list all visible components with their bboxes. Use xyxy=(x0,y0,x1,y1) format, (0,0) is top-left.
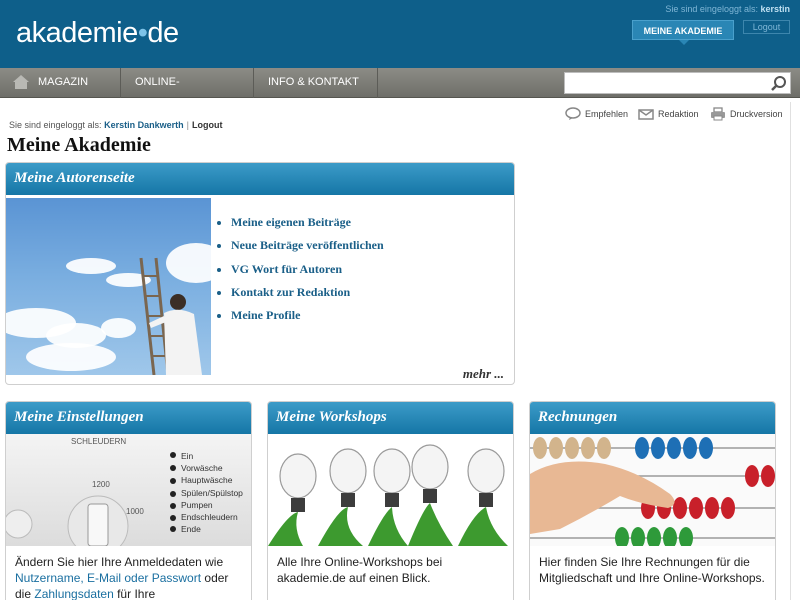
washing-machine-dial-image: SCHLEUDERN 1200 1000 Ein Vorwäsche Haupt… xyxy=(6,434,251,546)
logo-main: akademie xyxy=(16,17,138,49)
session-separator: | xyxy=(186,120,189,130)
desc-text: für Ihre xyxy=(113,587,156,600)
autorenseite-links: Meine eigenen Beiträge Neue Beiträge ver… xyxy=(216,211,384,327)
mehr-link[interactable]: mehr ... xyxy=(463,366,504,382)
session-logout-link[interactable]: Logout xyxy=(192,120,223,130)
einstellungen-panel: Meine Einstellungen SCHLEUDERN 1200 1000… xyxy=(5,401,252,600)
autorenseite-title[interactable]: Meine Autorenseite xyxy=(6,163,514,195)
desc-text: Ändern Sie hier Ihre Anmeldedaten wie xyxy=(15,555,224,569)
ladder-sky-image xyxy=(6,198,211,375)
redaktion-link[interactable]: Redaktion xyxy=(638,107,708,121)
dial-option: Spülen/Spülstop xyxy=(181,487,243,498)
dial-option: Ein xyxy=(181,451,194,461)
dial-option: Vorwäsche xyxy=(181,463,223,474)
login-prefix: Sie sind eingeloggt als: xyxy=(665,4,758,14)
dial-option: Endschleudern xyxy=(181,512,238,523)
dial-option: Ende xyxy=(181,524,201,535)
home-icon xyxy=(13,75,29,89)
dial-option: Pumpen xyxy=(181,499,213,510)
einstellungen-title[interactable]: Meine Einstellungen xyxy=(6,402,251,434)
speech-bubble-icon xyxy=(565,107,581,120)
dial-option: Hauptwäsche xyxy=(181,475,233,486)
nav-item-magazin[interactable]: MAGAZIN xyxy=(0,68,121,98)
rechnungen-panel: Rechnungen Hier finden Sie Ihre Rechnung… xyxy=(529,401,776,600)
link-vg-wort[interactable]: VG Wort für Autoren xyxy=(216,258,384,281)
workshops-description: Alle Ihre Online-Workshops bei akademie.… xyxy=(277,555,443,585)
rechnungen-description: Hier finden Sie Ihre Rechnungen für die … xyxy=(539,555,765,585)
link-kontakt-redaktion[interactable]: Kontakt zur Redaktion xyxy=(216,281,384,304)
session-info: Sie sind eingeloggt als: Kerstin Dankwer… xyxy=(9,120,222,130)
logo-dot: • xyxy=(137,17,148,49)
link-eigene-beitraege[interactable]: Meine eigenen Beiträge xyxy=(216,211,384,234)
ladder-figure xyxy=(139,257,202,375)
dial-num-1000: 1000 xyxy=(126,507,144,516)
abacus-image xyxy=(530,434,775,546)
login-status: Sie sind eingeloggt als: kerstin xyxy=(665,4,790,14)
link-neue-beitraege[interactable]: Neue Beiträge veröffentlichen xyxy=(216,234,384,257)
zahlungsdaten-link[interactable]: Zahlungsdaten xyxy=(34,587,113,600)
autorenseite-panel: Meine Autorenseite Meine eigenen Beiträg… xyxy=(5,162,515,385)
main-nav: MAGAZIN ONLINE-WORKSHOPS INFO & KONTAKT xyxy=(0,68,800,117)
nav-item-online-workshops[interactable]: ONLINE-WORKSHOPS xyxy=(121,68,254,117)
link-meine-profile[interactable]: Meine Profile xyxy=(216,304,384,327)
printer-icon xyxy=(711,107,725,121)
page-title: Meine Akademie xyxy=(7,134,151,156)
einstellungen-description: Ändern Sie hier Ihre Anmeldedaten wie Nu… xyxy=(15,554,247,600)
empfehlen-label: Empfehlen xyxy=(585,109,629,119)
druckversion-link[interactable]: Druckversion xyxy=(710,107,795,121)
content-divider xyxy=(790,102,791,600)
redaktion-label: Redaktion xyxy=(658,109,699,119)
light-bulbs-image xyxy=(268,434,513,546)
site-logo[interactable]: akademie•de xyxy=(16,17,179,50)
credentials-link[interactable]: Nutzername, E-Mail oder Passwort xyxy=(15,571,201,585)
search-icon[interactable] xyxy=(770,75,787,92)
search-input[interactable] xyxy=(564,72,791,94)
meine-akademie-button[interactable]: MEINE AKADEMIE xyxy=(632,20,734,45)
nav-item-info-kontakt[interactable]: INFO & KONTAKT xyxy=(254,68,378,98)
login-user: kerstin xyxy=(760,4,790,14)
rechnungen-title[interactable]: Rechnungen xyxy=(530,402,775,434)
dial-options: Ein Vorwäsche Hauptwäsche Spülen/Spülsto… xyxy=(181,450,243,535)
envelope-icon xyxy=(638,109,654,120)
logo-tld: de xyxy=(147,17,179,49)
nav-label-magazin: MAGAZIN xyxy=(38,76,89,88)
dial-num-1200: 1200 xyxy=(92,480,110,489)
bulbs-graphic xyxy=(268,444,508,546)
header-logout-button[interactable]: Logout xyxy=(743,20,790,34)
dial-header: SCHLEUDERN xyxy=(71,437,127,446)
druckversion-label: Druckversion xyxy=(730,109,783,119)
session-user-link[interactable]: Kerstin Dankwerth xyxy=(104,120,184,130)
workshops-title[interactable]: Meine Workshops xyxy=(268,402,513,434)
site-header: akademie•de Sie sind eingeloggt als: ker… xyxy=(0,0,800,68)
workshops-panel: Meine Workshops Alle Ihre Online-Worksho… xyxy=(267,401,514,600)
session-prefix: Sie sind eingeloggt als: xyxy=(9,120,102,130)
abacus-graphic xyxy=(530,437,775,546)
empfehlen-link[interactable]: Empfehlen xyxy=(565,107,635,121)
